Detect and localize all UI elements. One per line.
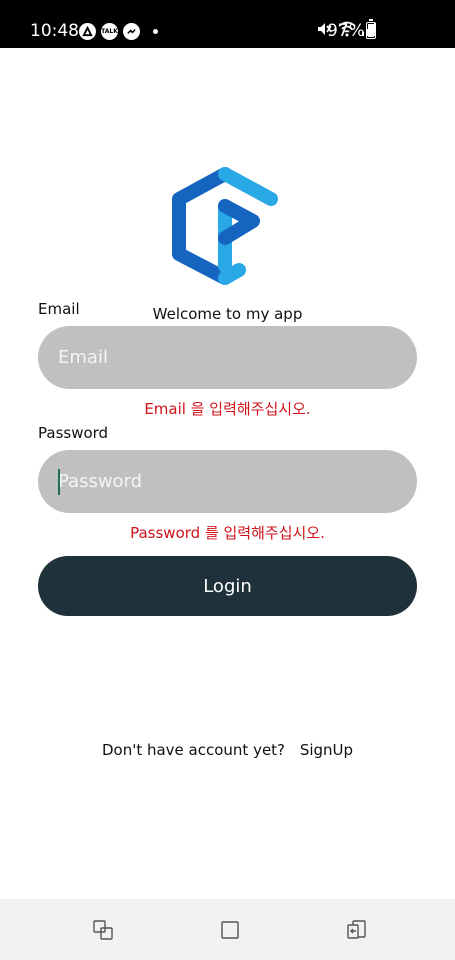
talk-icon: TALK	[101, 22, 118, 40]
email-field[interactable]	[38, 326, 417, 389]
notification-icons: TALK	[79, 22, 158, 40]
signup-prompt: Don't have account yet?	[101, 741, 286, 759]
home-icon[interactable]	[217, 918, 243, 942]
password-label: Password	[38, 424, 109, 442]
email-error: Email 을 입력해주십시오.	[144, 400, 311, 418]
navigation-bar	[0, 899, 455, 960]
talk-icon-text: TALK	[101, 27, 118, 35]
login-button[interactable]: Login	[38, 556, 417, 616]
more-notifications-dot	[153, 28, 158, 34]
password-error: Password 를 입력해주십시오.	[130, 524, 325, 542]
status-time: 10:48	[30, 21, 79, 41]
battery-percent: 97%	[327, 21, 365, 41]
back-icon[interactable]	[344, 918, 370, 942]
battery-icon	[366, 19, 376, 39]
messenger-icon	[123, 22, 140, 40]
welcome-text: Welcome to my app	[152, 305, 303, 323]
app-logo-icon	[165, 166, 285, 286]
app-icon	[79, 22, 96, 40]
signup-row: Don't have account yet? SignUp	[0, 739, 455, 761]
text-cursor	[58, 469, 60, 495]
status-bar: 10:48 TALK 97%	[0, 0, 455, 48]
recent-apps-icon[interactable]	[90, 918, 116, 942]
signup-link[interactable]: SignUp	[300, 741, 353, 759]
password-field[interactable]	[38, 450, 417, 513]
